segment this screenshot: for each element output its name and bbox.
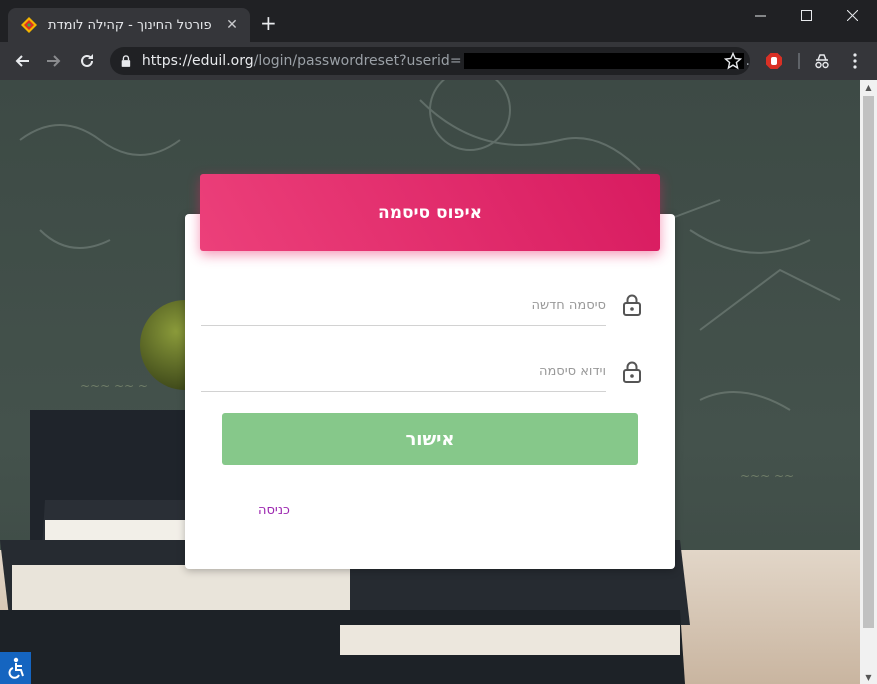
svg-text:~~~ ~~: ~~~ ~~ xyxy=(740,469,794,483)
login-link[interactable]: כניסה xyxy=(258,503,290,518)
incognito-extension-icon[interactable] xyxy=(812,51,832,71)
scroll-up-icon[interactable]: ▲ xyxy=(860,80,877,94)
url-host: https://eduil.org xyxy=(141,53,254,69)
lock-icon xyxy=(623,294,641,316)
submit-button[interactable]: אישור xyxy=(222,413,638,465)
new-password-input[interactable] xyxy=(201,285,606,325)
menu-kebab-icon[interactable] xyxy=(845,51,865,71)
adblock-extension-icon[interactable] xyxy=(764,51,784,71)
bookmark-star-icon[interactable] xyxy=(723,51,743,74)
redacted-block xyxy=(463,53,744,69)
tab-close-icon[interactable]: ✕ xyxy=(224,17,240,33)
new-tab-icon[interactable]: + xyxy=(260,13,277,33)
confirm-password-field[interactable] xyxy=(201,351,606,392)
accessibility-icon[interactable] xyxy=(0,652,31,684)
confirm-password-input[interactable] xyxy=(201,351,606,391)
secure-lock-icon xyxy=(121,55,131,67)
url-text: https://eduil.org/login/passwordreset?us… xyxy=(142,53,750,69)
reload-icon[interactable] xyxy=(77,51,97,71)
page-scrollbar[interactable]: ▲ ▼ xyxy=(860,80,877,684)
scrollbar-thumb[interactable] xyxy=(863,96,874,628)
address-bar[interactable]: https://eduil.org/login/passwordreset?us… xyxy=(110,47,750,75)
minimize-icon[interactable] xyxy=(737,0,783,30)
close-window-icon[interactable] xyxy=(829,0,875,30)
toolbar-divider xyxy=(798,53,800,69)
tab-title: פורטל החינוך - קהילה לומדת xyxy=(48,17,212,33)
card-header: איפוס סיסמה xyxy=(200,174,660,251)
new-password-field[interactable] xyxy=(201,285,606,326)
maximize-icon[interactable] xyxy=(783,0,829,30)
lock-icon xyxy=(623,361,641,383)
browser-tab[interactable]: פורטל החינוך - קהילה לומדת ✕ xyxy=(8,8,250,42)
url-path: /login/passwordreset?userid= xyxy=(253,53,462,69)
scroll-down-icon[interactable]: ▼ xyxy=(860,670,877,684)
svg-text:~~~ ~~ ~: ~~~ ~~ ~ xyxy=(80,379,148,393)
browser-titlebar: פורטל החינוך - קהילה לומדת ✕ + xyxy=(0,0,877,42)
site-favicon-icon xyxy=(20,16,38,34)
page-title: איפוס סיסמה xyxy=(378,202,482,223)
url-tail: . xyxy=(745,53,750,69)
forward-icon[interactable] xyxy=(44,51,64,71)
back-icon[interactable] xyxy=(12,51,32,71)
browser-toolbar: https://eduil.org/login/passwordreset?us… xyxy=(0,42,877,80)
